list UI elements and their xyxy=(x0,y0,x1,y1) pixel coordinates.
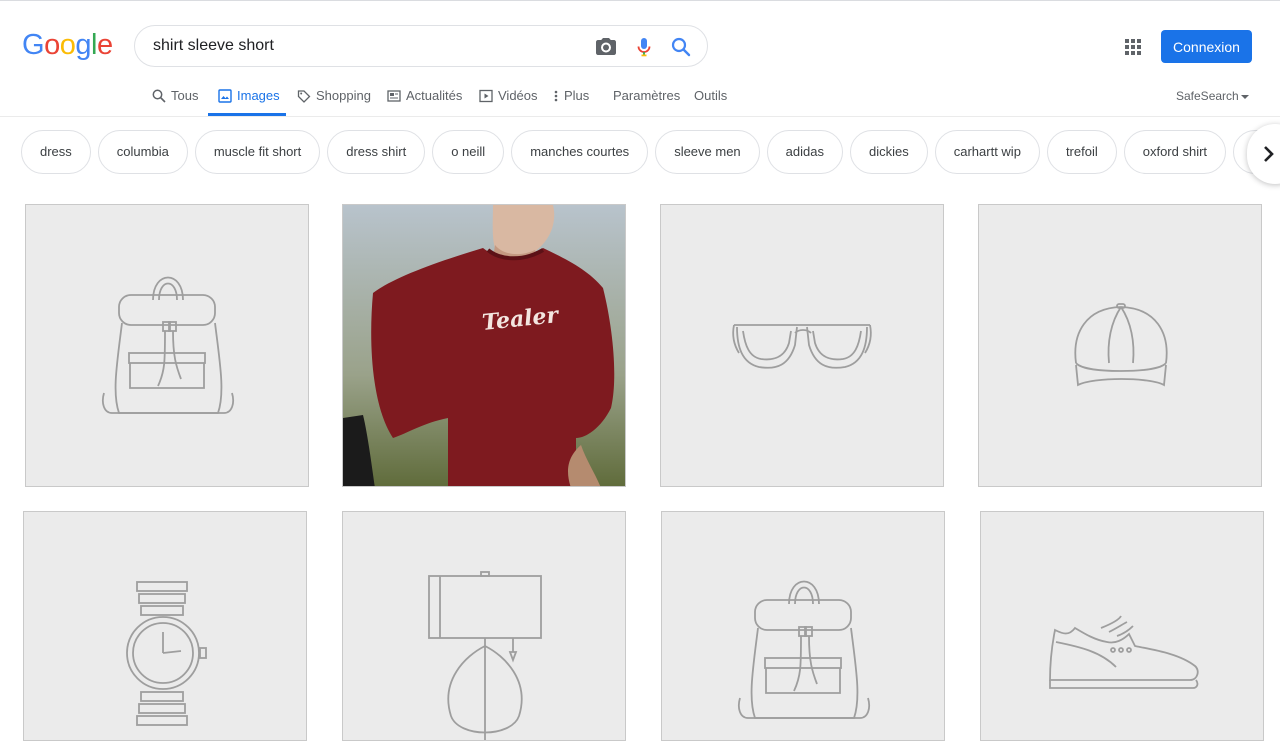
caret-down-icon xyxy=(1240,94,1249,99)
tab-images[interactable]: Images xyxy=(218,80,280,116)
safesearch-dropdown[interactable]: SafeSearch xyxy=(1176,89,1249,103)
chip[interactable]: manches courtes xyxy=(511,130,649,174)
chip[interactable]: adidas xyxy=(766,130,843,174)
search-input[interactable] xyxy=(153,26,583,66)
tag-icon xyxy=(297,90,311,103)
tab-all[interactable]: Tous xyxy=(152,80,198,116)
tab-label: Actualités xyxy=(406,88,463,103)
safesearch-label: SafeSearch xyxy=(1176,89,1239,103)
microphone-icon[interactable] xyxy=(632,35,656,59)
tab-label: Images xyxy=(237,88,280,103)
chip[interactable]: dress shirt xyxy=(327,130,426,174)
sign-in-button[interactable]: Connexion xyxy=(1161,30,1252,63)
sneaker-icon xyxy=(1049,615,1199,689)
apps-grid-icon[interactable] xyxy=(1123,37,1143,57)
sunglasses-icon xyxy=(732,324,872,369)
top-border xyxy=(0,0,1280,1)
backpack-icon xyxy=(737,580,871,719)
result-image-backpack[interactable] xyxy=(25,204,309,487)
chip[interactable]: sleeve men xyxy=(655,130,760,174)
cap-icon xyxy=(1074,303,1168,387)
tab-tools[interactable]: Outils xyxy=(694,80,727,116)
tab-label: Tous xyxy=(171,88,199,103)
result-image-backpack-2[interactable] xyxy=(661,511,945,741)
image-icon xyxy=(218,89,232,103)
header-divider xyxy=(0,116,1280,117)
lamp-icon xyxy=(428,571,542,740)
logo-letter: g xyxy=(75,29,91,61)
watch-icon xyxy=(126,581,207,726)
result-image-lamp[interactable] xyxy=(342,511,626,741)
logo-letter: o xyxy=(59,29,76,61)
more-vertical-icon xyxy=(554,90,558,102)
google-logo[interactable]: Google xyxy=(22,30,113,60)
chip[interactable]: dress xyxy=(21,130,91,174)
result-image-watch[interactable] xyxy=(23,511,307,741)
chip[interactable]: oxford shirt xyxy=(1123,130,1227,174)
camera-icon[interactable] xyxy=(594,35,618,59)
newspaper-icon xyxy=(387,90,401,102)
chip[interactable]: trefoil xyxy=(1046,130,1117,174)
tab-label: Paramètres xyxy=(613,88,681,103)
chip[interactable]: carhartt wip xyxy=(934,130,1040,174)
logo-letter: G xyxy=(22,29,45,61)
backpack-icon xyxy=(101,276,235,414)
tab-label: Shopping xyxy=(316,88,371,103)
tab-news[interactable]: Actualités xyxy=(387,80,462,116)
result-image-sunglasses[interactable] xyxy=(660,204,944,487)
result-image-tshirt-photo[interactable]: Tealer xyxy=(342,204,626,487)
result-image-cap[interactable] xyxy=(978,204,1262,487)
tab-shopping[interactable]: Shopping xyxy=(297,80,371,116)
chip[interactable]: o neill xyxy=(432,130,505,174)
chip[interactable]: dickies xyxy=(849,130,928,174)
tab-more[interactable]: Plus xyxy=(553,80,589,116)
tab-label: Vidéos xyxy=(498,88,538,103)
tab-label: Outils xyxy=(694,88,728,103)
search-icon xyxy=(152,89,166,103)
logo-letter: e xyxy=(96,29,113,61)
chip[interactable]: columbia xyxy=(97,130,188,174)
related-searches-chips: dress columbia muscle fit short dress shirt… xyxy=(21,130,1280,174)
tab-label: Plus xyxy=(564,88,590,103)
chevron-right-icon xyxy=(1264,146,1274,162)
tab-settings[interactable]: Paramètres xyxy=(613,80,680,116)
tab-videos[interactable]: Vidéos xyxy=(479,80,538,116)
result-image-sneaker[interactable] xyxy=(980,511,1264,741)
search-box xyxy=(134,25,708,67)
search-icon[interactable] xyxy=(669,35,693,59)
search-tabs: Tous Images Shopping Actualités Vidéos P… xyxy=(0,80,1280,116)
chip[interactable]: muscle fit short xyxy=(194,130,321,174)
logo-letter: o xyxy=(44,29,60,61)
tshirt-photo-image: Tealer xyxy=(343,205,625,486)
play-icon xyxy=(479,89,493,103)
